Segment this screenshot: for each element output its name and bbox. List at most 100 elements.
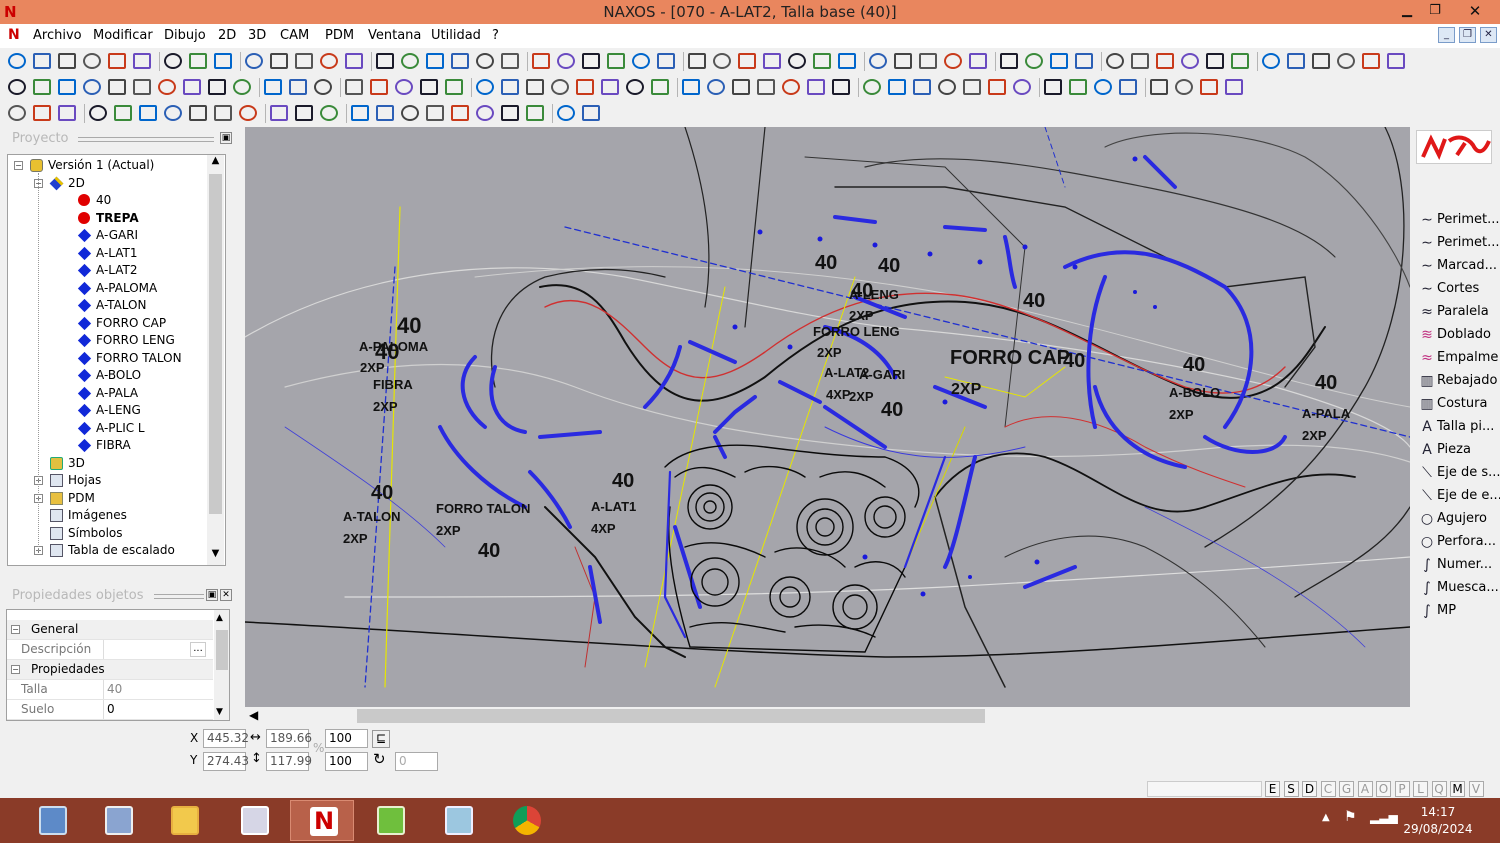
toolbar-tool-icon[interactable] xyxy=(788,53,806,69)
taskbar-file-explorer[interactable] xyxy=(152,800,216,841)
toolbar-tool-icon[interactable] xyxy=(888,79,906,95)
cut-mark[interactable] xyxy=(1203,435,1287,454)
piece-outline[interactable] xyxy=(1104,132,1410,288)
piece-label[interactable]: 4XP xyxy=(826,387,851,402)
toolbar-tool-icon[interactable] xyxy=(476,53,494,69)
piece-label[interactable]: 40 xyxy=(397,313,421,338)
piece-label[interactable]: 40 xyxy=(1183,354,1205,376)
toolbar-tool-icon[interactable] xyxy=(682,79,700,95)
tool-item[interactable]: ⟍ Eje de e... xyxy=(1416,485,1500,507)
toolbar-tool-icon[interactable] xyxy=(632,53,650,69)
reference-line[interactable] xyxy=(1144,506,1366,648)
prop-category-propiedades[interactable]: − Propiedades xyxy=(7,660,213,680)
toolbar-tool-icon[interactable] xyxy=(894,53,912,69)
toolbar-tool-icon[interactable] xyxy=(133,53,151,69)
toolbar-tool-icon[interactable] xyxy=(807,79,825,95)
toolbar-tool-icon[interactable] xyxy=(33,53,51,69)
tray-up-arrow-icon[interactable]: ▲ xyxy=(1322,812,1330,823)
toolbar-tool-icon[interactable] xyxy=(8,79,26,95)
status-toggle-p[interactable]: P xyxy=(1394,781,1410,797)
toolbar-tool-icon[interactable] xyxy=(8,53,26,69)
prop-value[interactable]: 0 xyxy=(107,702,115,716)
piece-outline[interactable] xyxy=(1204,127,1410,598)
toolbar-tool-icon[interactable] xyxy=(1075,53,1093,69)
toolbar-tool-icon[interactable] xyxy=(582,105,600,121)
taskbar-explorer-app[interactable] xyxy=(86,800,150,841)
symmetry-axis[interactable] xyxy=(564,226,1410,438)
toolbar-tool-icon[interactable] xyxy=(1175,79,1193,95)
collapse-icon[interactable]: − xyxy=(11,625,20,634)
toolbar-tool-icon[interactable] xyxy=(376,105,394,121)
tool-item[interactable]: ▥ Costura xyxy=(1416,393,1500,415)
piece-label[interactable]: FORRO CAP xyxy=(950,347,1070,369)
toolbar-tool-icon[interactable] xyxy=(476,105,494,121)
symmetry-axis[interactable] xyxy=(364,266,396,688)
toolbar-tool-icon[interactable] xyxy=(114,105,132,121)
toolbar-tool-icon[interactable] xyxy=(1119,79,1137,95)
piece-label[interactable]: 40 xyxy=(881,399,903,421)
cut-mark[interactable] xyxy=(528,470,572,529)
toolbar-tool-icon[interactable] xyxy=(1387,53,1405,69)
piece-outline[interactable] xyxy=(490,268,666,388)
toolbar-tool-icon[interactable] xyxy=(401,105,419,121)
guide-line-yellow[interactable] xyxy=(644,286,726,668)
toolbar-tool-icon[interactable] xyxy=(83,53,101,69)
piece-label[interactable]: 40 xyxy=(478,540,500,562)
cut-mark[interactable] xyxy=(713,395,757,434)
toolbar-tool-icon[interactable] xyxy=(1200,79,1218,95)
collapse-icon[interactable]: − xyxy=(11,665,20,674)
toolbar-tool-icon[interactable] xyxy=(782,79,800,95)
menu-cam[interactable]: CAM xyxy=(280,28,309,43)
stitch-line[interactable] xyxy=(544,292,1286,394)
taskbar-calculator[interactable] xyxy=(20,800,84,841)
toolbar-tool-icon[interactable] xyxy=(214,53,232,69)
toolbar-tool-icon[interactable] xyxy=(233,79,251,95)
toolbar-tool-icon[interactable] xyxy=(576,79,594,95)
toolbar-tool-icon[interactable] xyxy=(1131,53,1149,69)
scale-y-field[interactable]: 100 xyxy=(325,752,368,771)
tool-item[interactable]: ≈ Empalme xyxy=(1416,347,1500,369)
toolbar-tool-icon[interactable] xyxy=(526,79,544,95)
piece-outline[interactable] xyxy=(864,158,1336,258)
tool-item[interactable]: ∼ Cortes xyxy=(1416,278,1500,300)
prop-row-talla[interactable]: Talla 40 xyxy=(7,680,213,700)
properties-panel-close-button[interactable]: ✕ xyxy=(220,589,232,601)
mdi-restore-button[interactable]: ❐ xyxy=(1459,27,1476,43)
menu-ventana[interactable]: Ventana xyxy=(368,28,421,43)
tool-item[interactable]: ∫ MP xyxy=(1416,600,1500,622)
toolbar-tool-icon[interactable] xyxy=(376,53,394,69)
toolbar-tool-icon[interactable] xyxy=(58,53,76,69)
toolbar-tool-icon[interactable] xyxy=(451,105,469,121)
toolbar-tool-icon[interactable] xyxy=(289,79,307,95)
toolbar-tool-icon[interactable] xyxy=(1337,53,1355,69)
toolbar-tool-icon[interactable] xyxy=(944,53,962,69)
piece-label[interactable]: FIBRA xyxy=(373,377,413,392)
status-toggle-a[interactable]: A xyxy=(1357,781,1373,797)
props-scrollbar[interactable]: ▲ ▼ xyxy=(214,610,229,720)
toolbar-tool-icon[interactable] xyxy=(270,105,288,121)
properties-panel-pin-button[interactable]: ▣ xyxy=(206,589,218,601)
toolbar-tool-icon[interactable] xyxy=(582,53,600,69)
menu-3d[interactable]: 3D xyxy=(248,28,266,43)
piece-label[interactable]: A-LAT1 xyxy=(591,499,636,514)
toolbar-tool-icon[interactable] xyxy=(345,79,363,95)
toolbar-tool-icon[interactable] xyxy=(919,53,937,69)
menu-archivo[interactable]: Archivo xyxy=(33,28,82,43)
canvas-hscrollbar[interactable]: ◀ xyxy=(245,707,1410,725)
ellipsis-button[interactable]: ... xyxy=(190,642,206,657)
status-toggle-e[interactable]: E xyxy=(1265,781,1280,797)
piece-label[interactable]: 2XP xyxy=(343,531,368,546)
status-toggle-o[interactable]: O xyxy=(1376,781,1391,797)
toolbar-tool-icon[interactable] xyxy=(426,53,444,69)
toolbar-tool-icon[interactable] xyxy=(732,79,750,95)
toolbar-tool-icon[interactable] xyxy=(33,105,51,121)
toolbar-tool-icon[interactable] xyxy=(139,105,157,121)
toolbar-tool-icon[interactable] xyxy=(351,105,369,121)
toolbar-tool-icon[interactable] xyxy=(445,79,463,95)
toolbar-tool-icon[interactable] xyxy=(713,53,731,69)
piece-label[interactable]: 40 xyxy=(375,339,399,364)
cut-mark[interactable] xyxy=(1063,250,1254,429)
toolbar-tool-icon[interactable] xyxy=(938,79,956,95)
toolbar-tool-icon[interactable] xyxy=(913,79,931,95)
tool-item[interactable]: ≋ Doblado xyxy=(1416,324,1500,346)
